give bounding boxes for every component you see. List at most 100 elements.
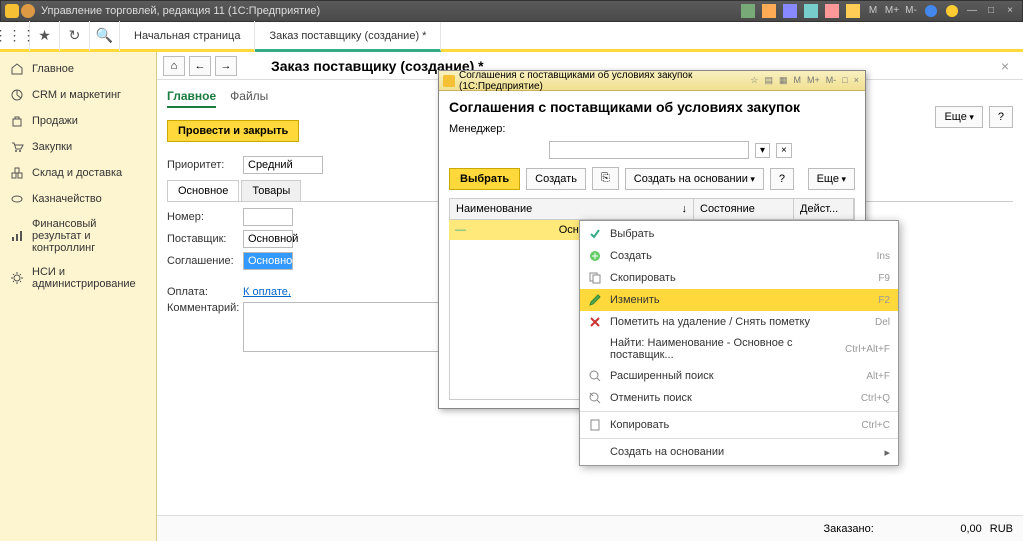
sidebar-item-warehouse[interactable]: Склад и доставка [0,160,156,186]
number-label: Номер: [167,211,237,223]
supplier-field[interactable]: Основной [243,230,293,248]
tab-home-label: Начальная страница [134,30,240,42]
ctx-adv-search[interactable]: Расширенный поискAlt+F [580,365,898,387]
ordered-label: Заказано: [824,523,874,535]
col-name[interactable]: Наименование↓ [450,199,694,219]
close-button[interactable]: × [1002,4,1018,18]
dlg-mp[interactable]: M+ [805,75,822,86]
m-button[interactable]: M [865,4,881,18]
sidebar-item-crm[interactable]: CRM и маркетинг [0,82,156,108]
number-field[interactable] [243,208,293,226]
agreement-label: Соглашение: [167,255,237,267]
dlg-mm[interactable]: M- [824,75,839,86]
ctx-select[interactable]: Выбрать [580,223,898,245]
tab-home[interactable]: Начальная страница [120,21,255,51]
tb-icon-6[interactable] [846,4,860,18]
tab-order[interactable]: Заказ поставщику (создание) * [255,22,441,52]
more-button[interactable]: Еще [935,106,982,128]
doc-tab-files[interactable]: Файлы [230,86,268,108]
blank-icon [588,342,602,356]
home-button[interactable]: ⌂ [163,56,185,76]
comment-label: Комментарий: [167,302,237,314]
copy-icon-button[interactable]: ⎘ [592,167,619,190]
subtab-goods[interactable]: Товары [241,180,301,201]
forward-button[interactable]: → [215,56,237,76]
sidebar-item-fin[interactable]: Финансовый результат и контроллинг [0,212,156,260]
apps-icon[interactable]: ⋮⋮⋮ [0,21,30,51]
star-icon[interactable]: ★ [30,21,60,51]
main-area: Главное CRM и маркетинг Продажи Закупки … [0,52,1023,541]
minimize-button[interactable]: — [964,4,980,18]
dlg-m[interactable]: M [792,75,804,86]
manager-clear-button[interactable]: × [776,143,792,158]
manager-dropdown-button[interactable]: ▾ [755,143,770,158]
dlg-ctrl-2[interactable]: ▤ [763,75,776,86]
ctx-copy[interactable]: СкопироватьF9 [580,267,898,289]
subtab-basic[interactable]: Основное [167,180,239,201]
ctx-create[interactable]: СоздатьIns [580,245,898,267]
clipboard-icon [588,418,602,432]
sidebar-label: Продажи [32,115,78,127]
sidebar-label: CRM и маркетинг [32,89,121,101]
help-button[interactable]: ? [989,106,1013,128]
tb-icon-4[interactable] [804,4,818,18]
ctx-delete-mark[interactable]: Пометить на удаление / Снять пометкуDel [580,311,898,333]
comment-field[interactable] [243,302,443,352]
help-icon[interactable] [945,4,959,18]
agreement-field[interactable]: Основное [243,252,293,270]
sidebar-item-treasury[interactable]: Казначейство [0,186,156,212]
payment-link[interactable]: К оплате, [243,286,291,298]
priority-field[interactable]: Средний [243,156,323,174]
sidebar-item-admin[interactable]: НСИ и администрирование [0,260,156,296]
ctx-cancel-search[interactable]: Отменить поискCtrl+Q [580,387,898,409]
sidebar-item-main[interactable]: Главное [0,56,156,82]
status-footer: Заказано: 0,00 RUB [157,515,1023,541]
doc-tab-main[interactable]: Главное [167,86,216,108]
app-icon [5,4,19,18]
manager-field[interactable] [549,141,749,159]
dlg-max[interactable]: □ [840,75,849,86]
create-button[interactable]: Создать [526,168,586,190]
window-titlebar: Управление торговлей, редакция 11 (1С:Пр… [0,0,1023,22]
col-state[interactable]: Состояние [694,199,794,219]
maximize-button[interactable]: □ [983,4,999,18]
dlg-ctrl-3[interactable]: ▦ [777,75,790,86]
context-menu: Выбрать СоздатьIns СкопироватьF9 Изменит… [579,220,899,466]
dialog-more-button[interactable]: Еще [808,168,855,190]
m-plus-button[interactable]: M+ [884,4,900,18]
search-icon[interactable]: 🔍 [90,21,120,51]
window-title: Управление торговлей, редакция 11 (1С:Пр… [41,5,739,17]
tb-icon-1[interactable] [741,4,755,18]
document-close-button[interactable]: × [1001,58,1017,74]
currency-label: RUB [990,523,1013,535]
sidebar-label: Финансовый результат и контроллинг [32,218,146,254]
tb-icon-5[interactable] [825,4,839,18]
supplier-label: Поставщик: [167,233,237,245]
post-close-button[interactable]: Провести и закрыть [167,120,299,142]
tb-icon-2[interactable] [762,4,776,18]
ctx-edit[interactable]: ИзменитьF2 [580,289,898,311]
sidebar-item-purchases[interactable]: Закупки [0,134,156,160]
priority-label: Приоритет: [167,159,237,171]
ctx-clipboard-copy[interactable]: КопироватьCtrl+C [580,411,898,436]
info-icon[interactable] [924,4,938,18]
row-icon: — [455,224,466,236]
dlg-ctrl-1[interactable]: ☆ [748,75,760,86]
ordered-value: 0,00 [882,523,982,535]
select-button[interactable]: Выбрать [449,168,520,190]
dialog-icon [443,75,455,87]
history-icon[interactable]: ↻ [60,21,90,51]
ctx-create-based[interactable]: Создать на основании▸ [580,438,898,463]
create-based-button[interactable]: Создать на основании [625,168,764,190]
col-valid[interactable]: Дейст... [794,199,854,219]
ctx-find[interactable]: Найти: Наименование - Основное с поставщ… [580,333,898,365]
payment-label: Оплата: [167,286,237,298]
grid-header: Наименование↓ Состояние Дейст... [449,198,855,220]
m-minus-button[interactable]: M- [903,4,919,18]
tb-icon-3[interactable] [783,4,797,18]
dlg-close[interactable]: × [852,75,861,86]
tab-order-label: Заказ поставщику (создание) * [269,30,426,42]
sidebar-item-sales[interactable]: Продажи [0,108,156,134]
back-button[interactable]: ← [189,56,211,76]
dialog-help-button[interactable]: ? [770,168,794,190]
